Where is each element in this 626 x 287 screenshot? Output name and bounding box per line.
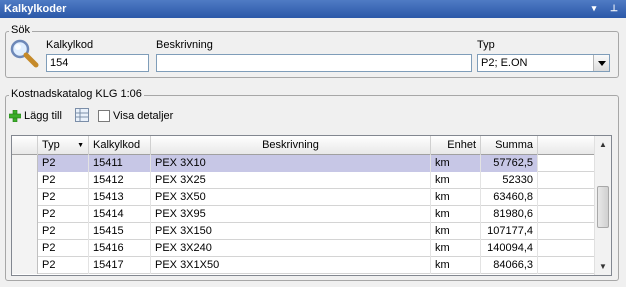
row-selector[interactable] [12,257,38,274]
table-row[interactable]: P2 15412 PEX 3X25 km 52330 [12,172,595,189]
cell-enhet: km [431,240,481,257]
code-input[interactable]: 154 [46,54,149,72]
cell-summa: 57762,5 [481,155,538,172]
table-row[interactable]: P2 15415 PEX 3X150 km 107177,4 [12,223,595,240]
cell-kalkylkod: 15416 [89,240,151,257]
column-header-enhet[interactable]: Enhet [431,136,481,155]
filter-icon[interactable]: ▼ [77,136,84,155]
pin-icon[interactable]: ⊥ [608,2,620,14]
show-details-checkbox[interactable] [98,110,110,122]
cell-enhet: km [431,189,481,206]
row-selector[interactable] [12,223,38,240]
window-menu-icon[interactable]: ▾ [588,2,600,14]
type-select-value: P2; E.ON [481,57,528,69]
plus-icon [8,109,22,123]
cell-typ: P2 [38,206,89,223]
cell-typ: P2 [38,240,89,257]
cell-summa: 52330 [481,172,538,189]
cell-enhet: km [431,155,481,172]
show-details-label: Visa detaljer [113,110,174,122]
cell-summa: 107177,4 [481,223,538,240]
code-label: Kalkylkod [46,39,94,51]
cell-typ: P2 [38,155,89,172]
table-row[interactable]: P2 15416 PEX 3X240 km 140094,4 [12,240,595,257]
cost-catalog-table: Typ ▼ Kalkylkod Beskrivning Enhet Summa … [11,135,612,276]
cell-enhet: km [431,257,481,274]
table-row[interactable]: P2 15413 PEX 3X50 km 63460,8 [12,189,595,206]
cell-kalkylkod: 15417 [89,257,151,274]
window-title: Kalkylkoder [4,3,67,15]
table-row[interactable]: P2 15417 PEX 3X1X50 km 84066,3 [12,257,595,274]
cell-summa: 81980,6 [481,206,538,223]
cell-kalkylkod: 15414 [89,206,151,223]
cell-typ: P2 [38,257,89,274]
type-select[interactable]: P2; E.ON [477,54,610,72]
catalog-group-title: Kostnadskatalog KLG 1:06 [9,88,144,100]
add-button-label: Lägg till [24,110,62,122]
vertical-scrollbar[interactable]: ▲ ▼ [594,136,611,275]
table-header: Typ ▼ Kalkylkod Beskrivning Enhet Summa [12,136,595,155]
row-selector[interactable] [12,206,38,223]
description-input[interactable] [156,54,472,72]
cell-beskrivning: PEX 3X50 [151,189,431,206]
cell-summa: 63460,8 [481,189,538,206]
cell-summa: 140094,4 [481,240,538,257]
type-label: Typ [477,39,495,51]
cell-kalkylkod: 15413 [89,189,151,206]
cell-beskrivning: PEX 3X240 [151,240,431,257]
column-header-summa[interactable]: Summa [481,136,538,155]
cell-typ: P2 [38,189,89,206]
cell-beskrivning: PEX 3X10 [151,155,431,172]
cell-kalkylkod: 15415 [89,223,151,240]
cell-kalkylkod: 15411 [89,155,151,172]
table-row[interactable]: P2 15414 PEX 3X95 km 81980,6 [12,206,595,223]
column-header-beskrivning[interactable]: Beskrivning [151,136,431,155]
cell-beskrivning: PEX 3X1X50 [151,257,431,274]
grid-view-icon[interactable] [75,108,89,122]
cell-summa: 84066,3 [481,257,538,274]
cell-kalkylkod: 15412 [89,172,151,189]
add-button[interactable]: Lägg till [8,107,62,125]
row-selector[interactable] [12,172,38,189]
chevron-down-icon[interactable] [593,55,609,71]
cell-enhet: km [431,206,481,223]
row-selector[interactable] [12,240,38,257]
cell-beskrivning: PEX 3X95 [151,206,431,223]
scroll-thumb[interactable] [597,186,609,228]
row-selector[interactable] [12,155,38,172]
table-row[interactable]: P2 15411 PEX 3X10 km 57762,5 [12,155,595,172]
row-selector[interactable] [12,189,38,206]
search-icon [9,38,39,68]
cell-enhet: km [431,223,481,240]
scroll-up-icon[interactable]: ▲ [595,136,611,153]
window-titlebar: Kalkylkoder ▾ ⊥ [0,0,626,18]
column-header-kalkylkod[interactable]: Kalkylkod [89,136,151,155]
header-rowselector [12,136,38,155]
cell-beskrivning: PEX 3X150 [151,223,431,240]
cell-beskrivning: PEX 3X25 [151,172,431,189]
search-group-title: Sök [9,24,32,36]
scroll-down-icon[interactable]: ▼ [595,258,611,275]
description-label: Beskrivning [156,39,213,51]
cell-typ: P2 [38,172,89,189]
show-details-toggle[interactable]: Visa detaljer [98,107,173,125]
cell-enhet: km [431,172,481,189]
column-header-typ[interactable]: Typ ▼ [38,136,89,155]
cell-typ: P2 [38,223,89,240]
